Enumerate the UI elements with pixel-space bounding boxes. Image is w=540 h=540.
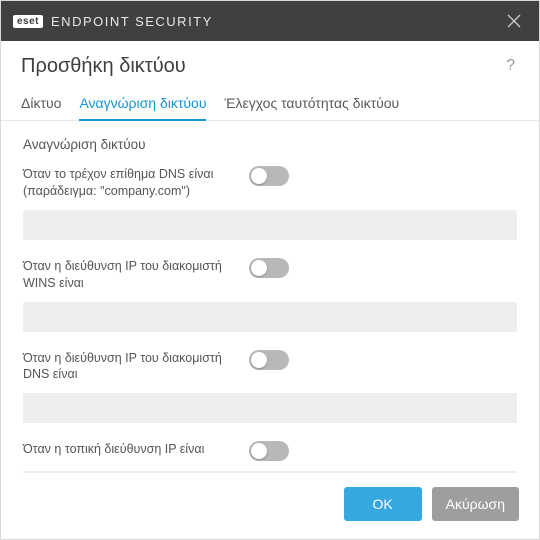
tab-network-authentication[interactable]: Έλεγχος ταυτότητας δικτύου	[224, 89, 399, 120]
row-label: Όταν η διεύθυνση IP του διακομιστή WINS …	[23, 258, 233, 292]
help-button[interactable]: ?	[502, 53, 519, 79]
toggle-dns-ip[interactable]	[249, 350, 289, 370]
tabs: Δίκτυο Αναγνώριση δικτύου Έλεγχος ταυτότ…	[1, 83, 539, 121]
section-title: Αναγνώριση δικτύου	[23, 137, 517, 152]
row-label: Όταν η τοπική διεύθυνση IP είναι	[23, 441, 233, 458]
footer: OK Ακύρωση	[1, 473, 539, 539]
input-dns-suffix[interactable]	[23, 210, 517, 240]
ok-button[interactable]: OK	[344, 487, 422, 521]
row-wins-ip: Όταν η διεύθυνση IP του διακομιστή WINS …	[23, 258, 517, 332]
brand-text: ENDPOINT SECURITY	[51, 14, 213, 29]
toggle-dns-suffix[interactable]	[249, 166, 289, 186]
row-label: Όταν η διεύθυνση IP του διακομιστή DNS ε…	[23, 350, 233, 384]
toggle-local-ip[interactable]	[249, 441, 289, 461]
tab-network-identification[interactable]: Αναγνώριση δικτύου	[79, 89, 206, 121]
brand-badge: eset	[13, 15, 43, 28]
dialog-window: eset ENDPOINT SECURITY Προσθήκη δικτύου …	[0, 0, 540, 540]
page-title: Προσθήκη δικτύου	[21, 55, 502, 78]
close-button[interactable]	[499, 6, 529, 36]
row-dns-ip: Όταν η διεύθυνση IP του διακομιστή DNS ε…	[23, 350, 517, 424]
row-local-ip: Όταν η τοπική διεύθυνση IP είναι	[23, 441, 517, 473]
tab-network[interactable]: Δίκτυο	[21, 89, 61, 120]
row-label: Όταν το τρέχον επίθημα DNS είναι (παράδε…	[23, 166, 233, 200]
titlebar: eset ENDPOINT SECURITY	[1, 1, 539, 41]
input-dns-ip[interactable]	[23, 393, 517, 423]
toggle-wins-ip[interactable]	[249, 258, 289, 278]
content-area: Αναγνώριση δικτύου Όταν το τρέχον επίθημ…	[1, 121, 539, 473]
header: Προσθήκη δικτύου ?	[1, 41, 539, 83]
close-icon	[507, 14, 521, 28]
brand: eset ENDPOINT SECURITY	[13, 14, 213, 29]
help-icon: ?	[506, 57, 515, 74]
row-dns-suffix: Όταν το τρέχον επίθημα DNS είναι (παράδε…	[23, 166, 517, 240]
input-wins-ip[interactable]	[23, 302, 517, 332]
cancel-button[interactable]: Ακύρωση	[432, 487, 519, 521]
